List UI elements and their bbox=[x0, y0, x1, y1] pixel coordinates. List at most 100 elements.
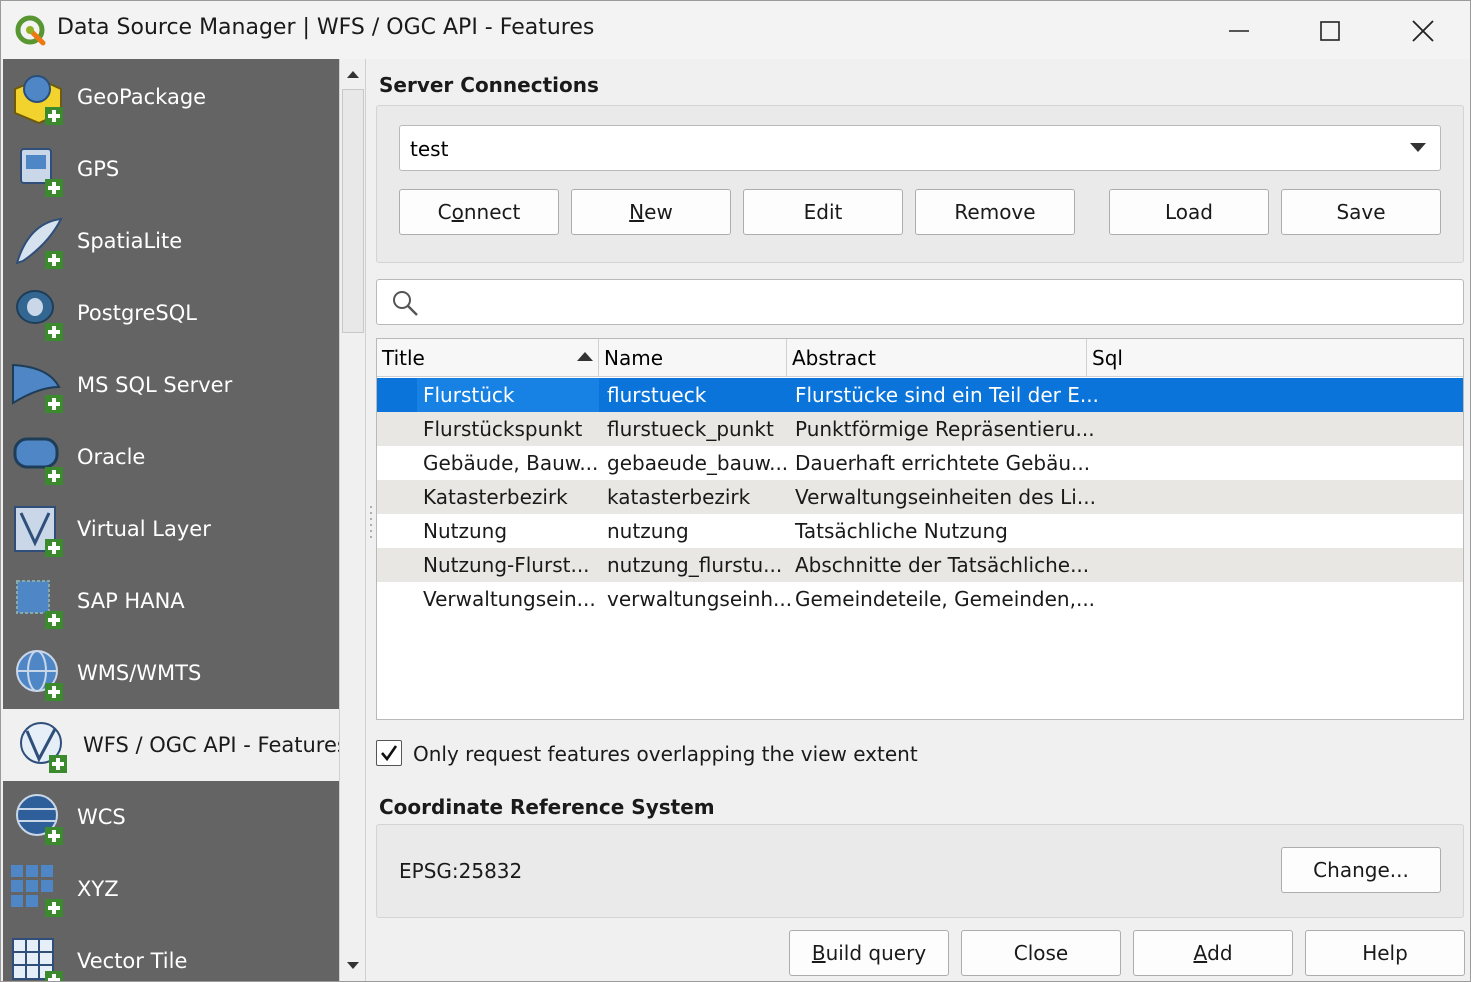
wfs-icon bbox=[20, 722, 67, 773]
build-query-button[interactable]: Build query bbox=[789, 930, 949, 976]
postgresql-icon bbox=[16, 290, 63, 341]
sidebar-item-spatialite[interactable]: SpatiaLite bbox=[3, 205, 339, 277]
wms-icon bbox=[16, 650, 63, 701]
sidebar-item-label: PostgreSQL bbox=[77, 301, 197, 325]
build-query-mnemonic: B bbox=[811, 941, 826, 965]
sidebar-item-sap-hana[interactable]: SAP HANA bbox=[3, 565, 339, 637]
sidebar-item-wcs[interactable]: WCS bbox=[3, 781, 339, 853]
mssql-icon bbox=[12, 363, 63, 413]
new-label-rest: ew bbox=[644, 200, 673, 224]
sidebar-scrollbar[interactable] bbox=[339, 59, 366, 981]
sidebar-item-vector-tile[interactable]: Vector Tile bbox=[3, 925, 339, 981]
table-row[interactable]: Flurstückspunkt flurstueck_punkt Punktfö… bbox=[377, 412, 1463, 446]
column-header-sql[interactable]: Sql bbox=[1087, 339, 1463, 377]
table-row[interactable]: Nutzung-Flurst... nutzung_flurstu... Abs… bbox=[377, 548, 1463, 582]
build-query-label-rest: uild query bbox=[825, 941, 927, 965]
connection-select[interactable]: test bbox=[399, 125, 1441, 171]
cell-name: nutzung bbox=[607, 519, 689, 543]
help-button[interactable]: Help bbox=[1305, 930, 1465, 976]
spatialite-icon bbox=[15, 217, 63, 269]
cell-abstract: Tatsächliche Nutzung bbox=[795, 519, 1008, 543]
cell-title: Gebäude, Bauw... bbox=[423, 451, 599, 475]
sap-hana-icon bbox=[16, 580, 63, 629]
sidebar-item-label: Virtual Layer bbox=[77, 517, 211, 541]
sidebar-item-virtual-layer[interactable]: Virtual Layer bbox=[3, 493, 339, 565]
minimize-button[interactable] bbox=[1209, 9, 1269, 53]
cell-title: Flurstück bbox=[423, 383, 515, 407]
add-label-rest: dd bbox=[1207, 941, 1233, 965]
sidebar-item-xyz[interactable]: XYZ bbox=[3, 853, 339, 925]
server-connections-title: Server Connections bbox=[379, 73, 599, 97]
vector-tile-icon bbox=[12, 938, 63, 981]
crs-value: EPSG:25832 bbox=[399, 859, 523, 883]
cell-abstract: Gemeindeteile, Gemeinden,... bbox=[795, 587, 1096, 611]
cell-abstract: Flurstücke sind ein Teil der E... bbox=[795, 383, 1099, 407]
cell-name: gebaeude_bauw... bbox=[607, 451, 789, 475]
cell-abstract: Verwaltungseinheiten des Li... bbox=[795, 485, 1096, 509]
new-button[interactable]: New bbox=[571, 189, 731, 235]
add-button[interactable]: Add bbox=[1133, 930, 1293, 976]
change-crs-button[interactable]: Change... bbox=[1281, 847, 1441, 893]
table-header: Title Name Abstract Sql bbox=[377, 339, 1463, 377]
table-row[interactable]: Verwaltungsein... verwaltungseinh... Gem… bbox=[377, 582, 1463, 616]
minimize-icon bbox=[1229, 30, 1249, 32]
table-row[interactable]: Nutzung nutzung Tatsächliche Nutzung bbox=[377, 514, 1463, 548]
column-header-name[interactable]: Name bbox=[599, 339, 787, 377]
load-button[interactable]: Load bbox=[1109, 189, 1269, 235]
sidebar-item-geopackage[interactable]: GeoPackage bbox=[3, 61, 339, 133]
sidebar-item-label: GeoPackage bbox=[77, 85, 207, 109]
save-button[interactable]: Save bbox=[1281, 189, 1441, 235]
sidebar-item-label: SpatiaLite bbox=[77, 229, 183, 253]
chevron-down-icon bbox=[1410, 143, 1426, 152]
qgis-logo-icon bbox=[15, 15, 46, 46]
scroll-up-arrow[interactable] bbox=[344, 65, 362, 83]
cell-title: Nutzung bbox=[423, 519, 508, 543]
maximize-button[interactable] bbox=[1300, 9, 1360, 53]
sidebar-item-label: GPS bbox=[77, 157, 120, 181]
scrollbar-thumb[interactable] bbox=[342, 89, 364, 333]
sort-ascending-icon bbox=[577, 352, 593, 361]
column-header-abstract[interactable]: Abstract bbox=[787, 339, 1087, 377]
connect-label-part: C bbox=[437, 200, 452, 224]
cell-title: Verwaltungsein... bbox=[423, 587, 596, 611]
cell-abstract: Dauerhaft errichtete Gebäu... bbox=[795, 451, 1091, 475]
cell-name: flurstueck_punkt bbox=[607, 417, 774, 441]
connection-select-value: test bbox=[410, 137, 449, 161]
maximize-icon bbox=[1320, 21, 1340, 41]
cell-name: verwaltungseinh... bbox=[607, 587, 793, 611]
sidebar-item-label: XYZ bbox=[77, 877, 119, 901]
splitter-handle[interactable] bbox=[368, 501, 374, 541]
scroll-down-arrow[interactable] bbox=[344, 957, 362, 975]
sidebar-item-postgresql[interactable]: PostgreSQL bbox=[3, 277, 339, 349]
sidebar-item-wfs[interactable]: WFS / OGC API - Features bbox=[3, 709, 339, 781]
sidebar-item-label: WMS/WMTS bbox=[77, 661, 202, 685]
only-request-extent-checkbox[interactable] bbox=[376, 740, 402, 766]
edit-button[interactable]: Edit bbox=[743, 189, 903, 235]
only-request-extent-label: Only request features overlapping the vi… bbox=[413, 742, 918, 766]
sidebar-item-label: SAP HANA bbox=[77, 589, 185, 613]
sidebar-item-wms[interactable]: WMS/WMTS bbox=[3, 637, 339, 709]
connect-mnemonic: o bbox=[451, 200, 464, 224]
close-window-button[interactable] bbox=[1393, 9, 1453, 53]
window-title: Data Source Manager | WFS / OGC API - Fe… bbox=[57, 15, 595, 40]
xyz-icon bbox=[11, 865, 63, 917]
remove-button[interactable]: Remove bbox=[915, 189, 1075, 235]
cell-abstract: Punktförmige Repräsentieru... bbox=[795, 417, 1095, 441]
sidebar-item-oracle[interactable]: Oracle bbox=[3, 421, 339, 493]
checkmark-icon bbox=[381, 745, 398, 762]
table-row[interactable]: Katasterbezirk katasterbezirk Verwaltung… bbox=[377, 480, 1463, 514]
table-row[interactable]: Flurstück flurstueck Flurstücke sind ein… bbox=[377, 378, 1463, 412]
sidebar-item-mssql[interactable]: MS SQL Server bbox=[3, 349, 339, 421]
layer-search-input[interactable] bbox=[376, 279, 1464, 325]
geopackage-icon bbox=[14, 75, 63, 125]
sidebar-item-label: Vector Tile bbox=[77, 949, 188, 973]
cell-name: nutzung_flurstu... bbox=[607, 553, 783, 577]
column-header-title[interactable]: Title bbox=[377, 339, 599, 377]
table-row[interactable]: Gebäude, Bauw... gebaeude_bauw... Dauerh… bbox=[377, 446, 1463, 480]
close-button[interactable]: Close bbox=[961, 930, 1121, 976]
cell-name: katasterbezirk bbox=[607, 485, 751, 509]
sidebar-item-label: WCS bbox=[77, 805, 126, 829]
sidebar-item-gps[interactable]: GPS bbox=[3, 133, 339, 205]
chevron-down-icon bbox=[347, 962, 359, 969]
connect-button[interactable]: Co nnect bbox=[399, 189, 559, 235]
